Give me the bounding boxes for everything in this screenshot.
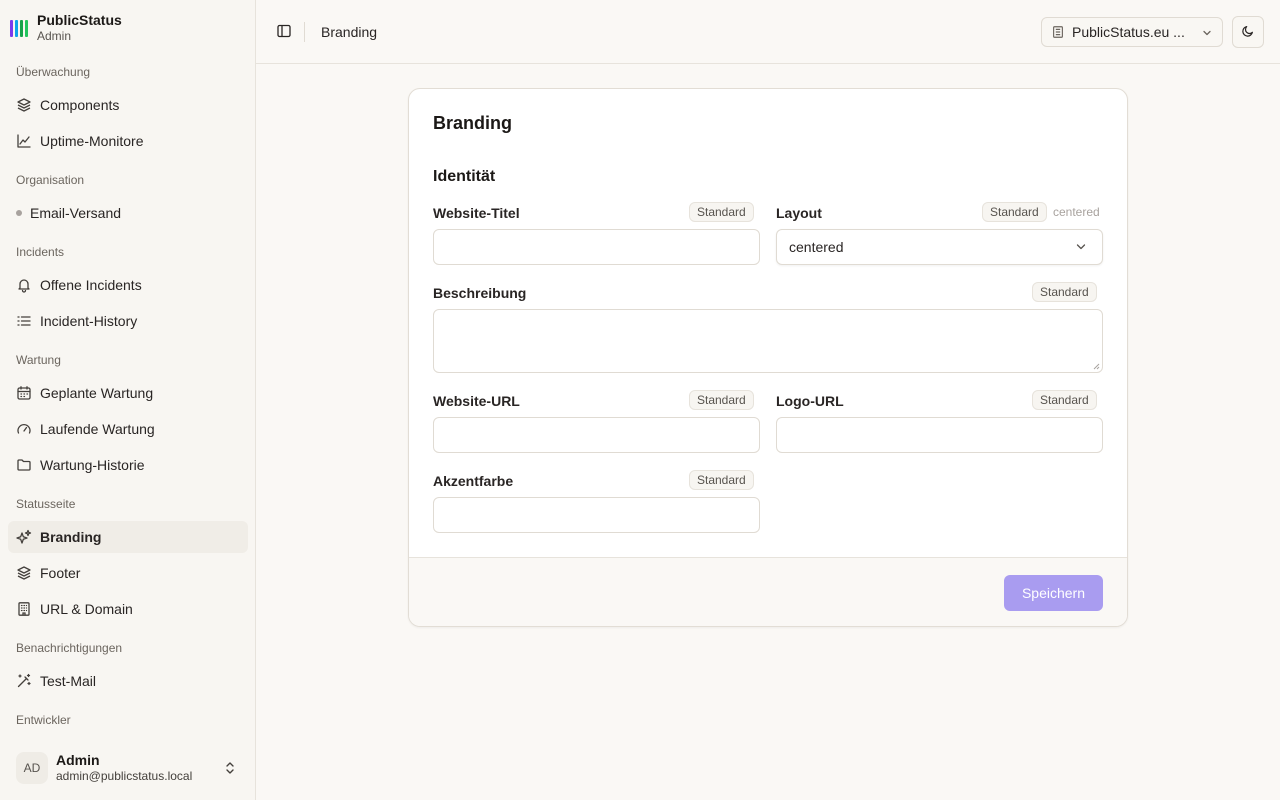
description-textarea[interactable] [433,309,1103,373]
default-badge: Standard [689,202,754,222]
section-label-incidents: Incidents [16,245,65,259]
chevrons-up-down-icon [222,760,238,776]
sidebar-item-label: Test-Mail [40,673,97,689]
sidebar-item-label: URL & Domain [40,601,133,617]
sidebar-item-label: Branding [40,529,102,545]
section-label-statusseite: Statusseite [16,497,76,511]
layers-icon [16,97,32,113]
sidebar-item-geplante-wartung[interactable]: Geplante Wartung [8,377,248,409]
building-icon [16,601,32,617]
sidebar-item-branding[interactable]: Branding [8,521,248,553]
header-divider [304,22,305,42]
theme-toggle-button[interactable] [1232,16,1264,48]
section-label-benachrichtigungen: Benachrichtigungen [16,641,123,655]
accent-color-input[interactable] [433,497,760,533]
layout-label: Layout [776,205,822,221]
bell-icon [16,277,32,293]
panel-left-icon [276,23,292,42]
sidebar-item-components[interactable]: Components [8,89,248,121]
section-label-ueberwachung: Überwachung [16,65,91,79]
default-badge: Standard [689,470,754,490]
user-menu[interactable]: AD Admin admin@publicstatus.local [8,744,248,792]
sidebar-item-label: Incident-History [40,313,138,329]
chevron-down-icon [1074,240,1088,254]
default-badge: Standard [1032,390,1097,410]
resize-handle-icon[interactable] [1092,362,1100,370]
layout-default-value: centered [1053,205,1100,219]
sidebar-item-label: Offene Incidents [40,277,142,293]
sidebar-item-incident-history[interactable]: Incident-History [8,305,248,337]
sparkles-icon [16,529,32,545]
website-url-input[interactable] [433,417,760,453]
brand-logo-icon [10,19,28,37]
sidebar-item-label: Laufende Wartung [40,421,155,437]
breadcrumb: Branding [321,24,378,40]
website-url-label: Website-URL [433,393,520,409]
sidebar-item-footer[interactable]: Footer [8,557,248,589]
default-badge: Standard [982,202,1047,222]
sidebar-item-label: Geplante Wartung [40,385,154,401]
app-role: Admin [37,29,72,43]
branding-card: Branding Identität Website-Titel Standar… [408,88,1128,627]
user-email: admin@publicstatus.local [56,769,193,783]
user-name: Admin [56,752,100,768]
default-badge: Standard [1032,282,1097,302]
sidebar-item-offene-incidents[interactable]: Offene Incidents [8,269,248,301]
accent-color-label: Akzentfarbe [433,473,514,489]
section-label-wartung: Wartung [16,353,61,367]
logo-url-input[interactable] [776,417,1103,453]
sidebar-toggle-button[interactable] [272,20,296,44]
site-selector-label: PublicStatus.eu ... [1072,24,1185,40]
app-name: PublicStatus [37,12,122,28]
site-selector[interactable]: PublicStatus.eu ... [1041,17,1223,47]
sidebar-item-label: Uptime-Monitore [40,133,144,149]
sidebar-item-label: Email-Versand [30,205,122,221]
calendar-icon [16,385,32,401]
sidebar: PublicStatus Admin Überwachung Component… [0,0,256,800]
gauge-icon [16,421,32,437]
description-label: Beschreibung [433,285,527,301]
sidebar-item-test-mail[interactable]: Test-Mail [8,665,248,697]
list-icon [16,313,32,329]
default-badge: Standard [689,390,754,410]
website-title-label: Website-Titel [433,205,520,221]
logo-url-label: Logo-URL [776,393,844,409]
layers-icon [16,565,32,581]
sidebar-item-laufende-wartung[interactable]: Laufende Wartung [8,413,248,445]
brand[interactable]: PublicStatus Admin [10,10,122,46]
sidebar-item-wartung-historie[interactable]: Wartung-Historie [8,449,248,481]
building-icon [1051,25,1065,39]
layout-select[interactable]: centered [776,229,1103,265]
avatar: AD [16,752,48,784]
card-footer: Speichern [409,557,1127,626]
moon-icon [1241,24,1255,41]
line-chart-icon [16,133,32,149]
dot-icon [16,210,22,216]
wand-icon [16,673,32,689]
sidebar-item-label: Footer [40,565,81,581]
card-title: Branding [433,113,512,133]
section-label-entwickler: Entwickler [16,713,71,727]
sidebar-item-label: Wartung-Historie [40,457,145,473]
folder-icon [16,457,32,473]
top-header: Branding PublicStatus.eu ... [256,0,1280,64]
sidebar-item-uptime-monitore[interactable]: Uptime-Monitore [8,125,248,157]
save-button[interactable]: Speichern [1004,575,1103,611]
section-label-organisation: Organisation [16,173,85,187]
sidebar-item-label: Components [40,97,120,113]
chevron-down-icon [1201,26,1213,38]
sidebar-item-email-versand[interactable]: Email-Versand [8,197,248,229]
sidebar-item-url-domain[interactable]: URL & Domain [8,593,248,625]
website-title-input[interactable] [433,229,760,265]
section-title-identitaet: Identität [433,168,496,185]
layout-select-value: centered [789,239,844,255]
